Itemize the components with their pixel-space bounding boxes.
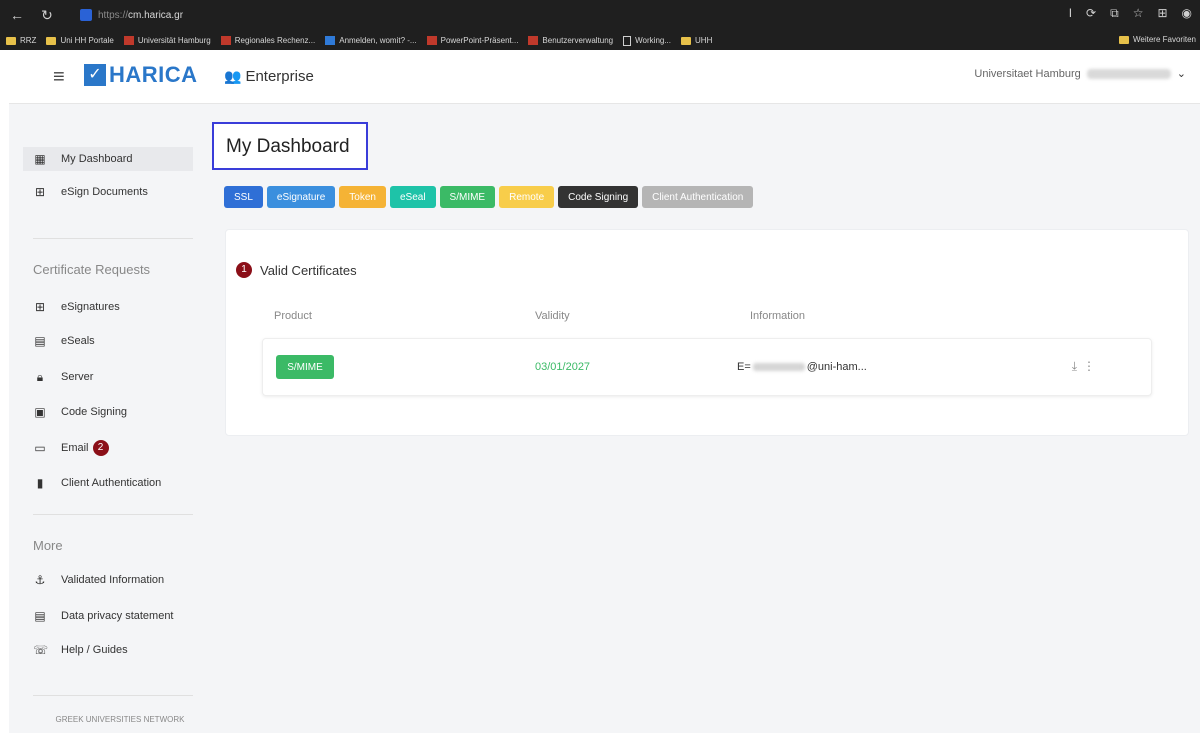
column-information: Information [750,310,806,322]
split-view-icon[interactable]: ⧉ [1110,6,1119,21]
seal-icon: ▤ [34,334,46,348]
tab-remote[interactable]: Remote [499,186,555,208]
menu-icon[interactable]: ≡ [53,67,65,87]
sidebar-item-esign-documents[interactable]: ⊞ eSign Documents [23,180,193,204]
bookmark-universitaet-hamburg[interactable]: Universität Hamburg [123,36,211,45]
card-title: Valid Certificates [260,262,357,278]
product-badge: S/MIME [276,355,334,379]
uhh-logo-icon [426,36,437,45]
bookmark-regionales-rechenzentrum[interactable]: Regionales Rechenz... [220,36,315,45]
dashboard-icon: ▦ [34,152,46,166]
email-icon: ▭ [34,441,46,455]
folder-icon [46,36,57,45]
logo-check-icon: ✓ [84,64,106,86]
uhh-logo-icon [528,36,539,45]
redacted-username [1086,68,1171,79]
url-host: cm.harica.gr [128,9,184,21]
redacted-email [752,363,805,371]
privacy-icon: ▤ [34,609,46,623]
folder-icon [1119,35,1129,44]
sidebar-item-server[interactable]: 🔒︎ Server [23,365,193,389]
validity-date: 03/01/2027 [535,361,591,373]
harica-logo[interactable]: ✓ HARICA [84,62,198,88]
bookmark-powerpoint[interactable]: PowerPoint-Präsent... [426,36,518,45]
tab-client-authentication[interactable]: Client Authentication [642,186,754,208]
user-menu[interactable]: Universitaet Hamburg ⌄ [974,67,1186,81]
sidebar-item-validated-information[interactable]: ⚓︎ Validated Information [23,568,193,592]
help-icon: ☏ [33,643,49,657]
code-icon: ▣ [34,405,46,419]
certificate-type-tabs: SSL eSignature Token eSeal S/MIME Remote… [224,186,754,208]
chevron-down-icon: ⌄ [1176,68,1186,80]
divider [33,238,193,239]
sidebar-item-client-authentication[interactable]: ▮ Client Authentication [23,471,193,495]
sidebar-item-eseals[interactable]: ▤ eSeals [23,329,193,353]
table-row[interactable]: S/MIME 03/01/2027 E= @uni-ham... ⤓ ⋮ [262,338,1152,396]
collections-icon[interactable]: ⊞ [1157,6,1167,21]
page-title-box: My Dashboard [212,122,368,170]
step-badge: 1 [236,262,252,278]
divider [33,514,193,515]
address-bar[interactable]: https://cm.harica.gr [80,5,183,25]
sidebar-item-help-guides[interactable]: ☏ Help / Guides [23,638,193,662]
tab-token[interactable]: Token [339,186,386,208]
more-vertical-icon[interactable]: ⋮ [1083,359,1095,374]
enterprise-switch[interactable]: 👥 Enterprise [224,68,314,85]
bookmark-uni-hh-portale[interactable]: Uni HH Portale [46,36,114,45]
valid-certificates-card: 1 Valid Certificates Product Validity In… [225,229,1189,436]
page-title: My Dashboard [226,136,350,157]
validated-icon: ⚓︎ [34,573,46,587]
folder-icon [681,36,692,45]
reload-icon[interactable]: ↻ [38,6,56,24]
site-icon [80,9,92,21]
extension-icon[interactable]: ⟳ [1086,6,1096,21]
text-cursor-icon: I [1068,6,1073,20]
sidebar-item-code-signing[interactable]: ▣ Code Signing [23,400,193,424]
tab-ssl[interactable]: SSL [224,186,263,208]
browser-chrome: ← ↻ https://cm.harica.gr I ⟳ ⧉ ☆ ⊞ ◉ RRZ… [0,0,1200,50]
certificate-information: E= @uni-ham... [737,361,867,373]
sidebar-item-my-dashboard[interactable]: ▦ My Dashboard [23,147,193,171]
sidebar: ▦ My Dashboard ⊞ eSign Documents Certifi… [9,105,207,733]
lock-icon: 🔒︎ [36,369,44,384]
tab-code-signing[interactable]: Code Signing [558,186,639,208]
bookmark-more-favorites[interactable]: Weitere Favoriten [1119,35,1196,44]
download-icon[interactable]: ⤓ [1072,359,1077,374]
section-more: More [33,538,63,553]
uhh-logo-icon [123,36,134,45]
section-certificate-requests: Certificate Requests [33,262,151,277]
sidebar-item-data-privacy[interactable]: ▤ Data privacy statement [23,604,193,628]
step-badge: 2 [92,440,109,456]
sidebar-item-email[interactable]: ▭ Email 2 [23,436,193,460]
top-bar: ≡ ✓ HARICA 👥 Enterprise Universitaet Ham… [9,50,1200,104]
esign-icon: ⊞ [34,300,46,314]
column-product: Product [274,310,312,322]
bookmark-rrz[interactable]: RRZ [6,36,36,45]
tab-esignature[interactable]: eSignature [266,186,336,208]
back-icon[interactable]: ← [8,6,26,24]
microsoft-icon [325,36,336,45]
bookmark-working[interactable]: Working... [623,35,671,46]
tab-smime[interactable]: S/MIME [439,186,496,208]
esign-icon: ⊞ [34,185,46,199]
bookmarks-bar: RRZ Uni HH Portale Universität Hamburg R… [0,31,1200,50]
profile-icon[interactable]: ◉ [1182,6,1192,21]
page-icon [623,35,632,46]
footer-text: GREEK UNIVERSITIES NETWORK [55,715,185,724]
card-header: 1 Valid Certificates [236,262,357,278]
users-icon: 👥 [224,68,242,84]
uhh-logo-icon [220,36,231,45]
folder-icon [6,36,16,45]
tab-eseal[interactable]: eSeal [389,186,436,208]
column-validity: Validity [535,310,570,322]
client-icon: ▮ [36,476,44,490]
divider [33,695,193,696]
bookmark-uhh[interactable]: UHH [681,36,712,45]
favorite-star-icon[interactable]: ☆ [1133,6,1144,21]
sidebar-item-esignatures[interactable]: ⊞ eSignatures [23,295,193,319]
bookmark-anmelden[interactable]: Anmelden, womit? -... [325,36,417,45]
bookmark-benutzerverwaltung[interactable]: Benutzerverwaltung [528,36,613,45]
